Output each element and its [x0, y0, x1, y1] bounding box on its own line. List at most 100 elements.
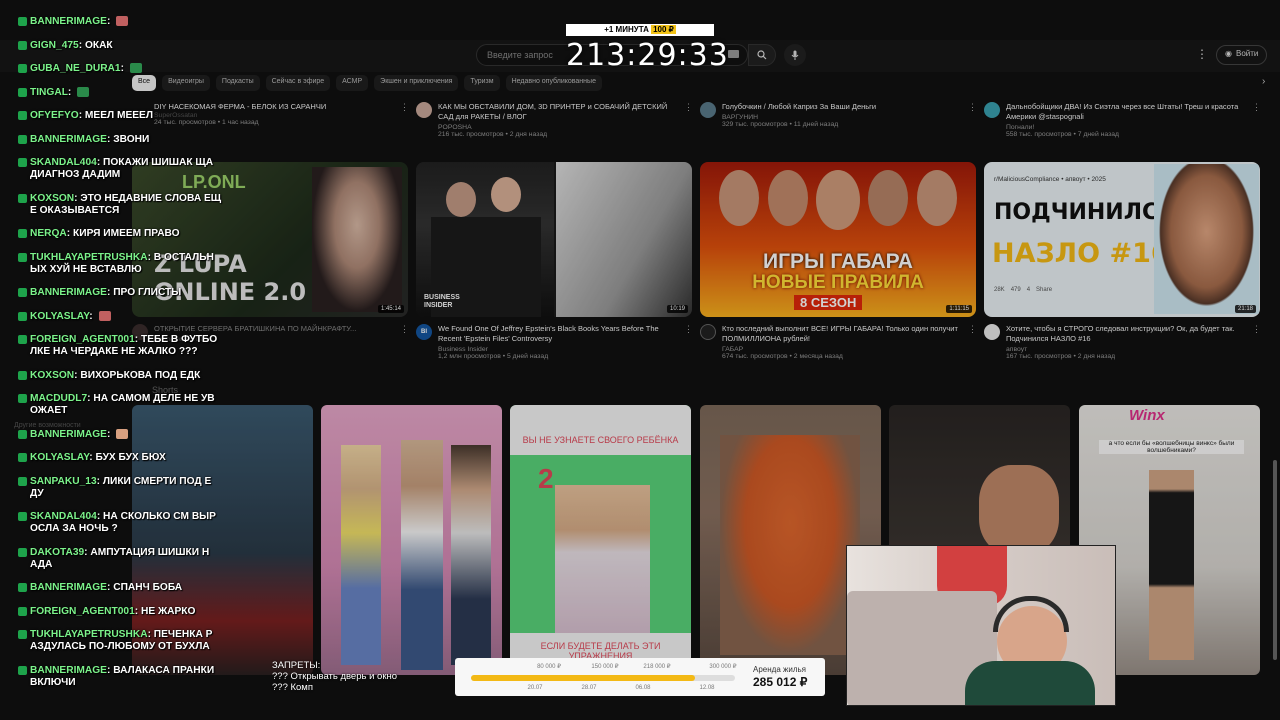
chat-message: BANNERIMAGE: [18, 429, 223, 441]
chat-emote-icon [129, 63, 142, 74]
video-meta[interactable]: Кто последний выполнит ВСЕ! ИГРЫ ГАБАРА!… [700, 324, 977, 360]
more-options-icon[interactable]: ⋮ [1252, 324, 1261, 335]
video-meta[interactable]: Дальнобойщики ДВА! Из Сиэтла через все Ш… [984, 102, 1261, 138]
goal-tick: 80 000 ₽ [537, 664, 561, 670]
video-meta[interactable]: BI We Found One Of Jeffrey Epstein's Bla… [416, 324, 693, 360]
chat-badge-icon [18, 394, 27, 403]
chat-username: DAKOTA39 [30, 546, 85, 558]
chip-live[interactable]: Сейчас в эфире [265, 75, 331, 91]
chat-message: SKANDAL404: ПОКАЖИ ШИШАК ЩА ДИАГНОЗ ДАДИ… [18, 157, 223, 181]
channel-avatar[interactable] [416, 102, 432, 118]
channel-avatar[interactable] [984, 102, 1000, 118]
chevron-right-icon[interactable]: › [1262, 76, 1265, 87]
page-scrollbar[interactable] [1273, 460, 1277, 660]
channel-avatar[interactable]: BI [416, 324, 432, 340]
cartoon-face [979, 465, 1059, 555]
video-title[interactable]: We Found One Of Jeffrey Epstein's Black … [438, 324, 678, 344]
chat-colon: : [89, 310, 96, 322]
more-options-icon[interactable]: ⋮ [684, 324, 693, 335]
chat-message: KOXSON: ЭТО НЕДАВНИЕ СЛОВА ЕЩ Е ОКАЗЫВАЕ… [18, 193, 223, 217]
video-stats: 216 тыс. просмотров • 2 дня назад [438, 131, 548, 138]
video-thumbnail[interactable]: ИГРЫ ГАБАРА НОВЫЕ ПРАВИЛА 8 СЕЗОН 1:11:1… [700, 162, 976, 317]
chat-text: ВИХОРЬКОВА ПОД ЕДК [80, 369, 201, 381]
video-thumbnail[interactable]: BUSINESS INSIDER 10:19 [416, 162, 692, 317]
chat-badge-icon [18, 311, 27, 321]
signin-button[interactable]: ◉ Войти [1216, 45, 1268, 65]
video-stats: 674 тыс. просмотров • 2 месяца назад [722, 353, 843, 360]
video-meta[interactable]: КАК МЫ ОБСТАВИЛИ ДОМ, 3D ПРИНТЕР и СОБАЧ… [416, 102, 693, 138]
video-title[interactable]: Хотите, чтобы я СТРОГО следовал инструкц… [1006, 324, 1246, 344]
search-button[interactable] [748, 44, 776, 66]
chat-username: SKANDAL404 [30, 511, 97, 522]
chat-username: TINGAL [30, 86, 68, 98]
voice-search-button[interactable] [784, 44, 806, 66]
chip-asmr[interactable]: АСМР [336, 75, 369, 91]
chat-text: ПРО ГЛИСТЫ [113, 287, 182, 298]
cartoon-fox [720, 435, 860, 655]
goal-label: Аренда жилья [753, 665, 806, 674]
chat-message: BANNERIMAGE: СПАНЧ БОБА [18, 582, 223, 594]
chat-message: BANNERIMAGE: ПРО ГЛИСТЫ [18, 287, 223, 299]
video-channel[interactable]: Погнали! [1006, 124, 1261, 131]
chat-message: KOLYASLAY: [18, 311, 223, 323]
chat-badge-icon [18, 134, 27, 144]
video-title[interactable]: КАК МЫ ОБСТАВИЛИ ДОМ, 3D ПРИНТЕР и СОБАЧ… [438, 102, 678, 122]
chat-username: BANNERIMAGE [30, 664, 107, 676]
chat-message: BANNERIMAGE: ВАЛАКАСА ПРАНКИ ВКЛЮЧИ [18, 665, 223, 689]
chat-badge-icon [18, 606, 27, 616]
chat-emote-icon [116, 16, 129, 27]
video-meta[interactable]: Голубочкин / Любой Каприз За Ваши Деньги… [700, 102, 977, 128]
chip-tourism[interactable]: Туризм [464, 75, 500, 91]
video-channel[interactable]: ВАРГУНИН [722, 114, 977, 121]
video-meta[interactable]: Хотите, чтобы я СТРОГО следовал инструкц… [984, 324, 1261, 360]
timer-bonus-label: +1 МИНУТА 100 ₽ [566, 24, 714, 36]
video-channel[interactable]: POPOSHA [438, 124, 693, 131]
more-options-icon[interactable]: ⋮ [1196, 47, 1208, 61]
chat-text: НЕ ЖАРКО [140, 605, 196, 617]
chat-username: FOREIGN_AGENT001 [30, 605, 135, 617]
person [401, 440, 443, 670]
chip-action[interactable]: Экшен и приключения [374, 75, 459, 91]
chat-username: NERQA [30, 228, 67, 239]
chat-username: BANNERIMAGE [30, 582, 107, 593]
shares-count: 4 [1026, 287, 1031, 293]
video-thumbnail[interactable]: r/MaliciousCompliance • апвоут • 2025 ПО… [984, 162, 1260, 317]
video-title[interactable]: Дальнобойщики ДВА! Из Сиэтла через все Ш… [1006, 102, 1246, 122]
shorts-item[interactable] [321, 405, 502, 675]
channel-avatar[interactable] [700, 102, 716, 118]
more-options-icon[interactable]: ⋮ [400, 102, 409, 113]
chip-recent[interactable]: Недавно опубликованные [505, 75, 602, 91]
more-options-icon[interactable]: ⋮ [968, 102, 977, 113]
goal-tick: 28.07 [581, 685, 597, 691]
keyboard-icon[interactable] [728, 50, 739, 58]
chat-badge-icon [18, 665, 27, 675]
webcam-overlay [846, 545, 1116, 706]
video-channel[interactable]: Business Insider [438, 346, 693, 353]
video-channel[interactable]: ГАБАР [722, 346, 977, 353]
chat-badge-icon [18, 547, 27, 557]
chat-message: KOXSON: ВИХОРЬКОВА ПОД ЕДК [18, 370, 223, 382]
channel-avatar[interactable] [984, 324, 1000, 340]
more-options-icon[interactable]: ⋮ [968, 324, 977, 335]
chat-username: GIGN_475 [30, 39, 79, 51]
video-title[interactable]: Кто последний выполнит ВСЕ! ИГРЫ ГАБАРА!… [722, 324, 962, 344]
video-title[interactable]: Голубочкин / Любой Каприз За Ваши Деньги [722, 102, 962, 112]
more-options-icon[interactable]: ⋮ [400, 324, 409, 335]
ban-item: ??? Комп [272, 682, 313, 693]
chat-badge-icon [18, 229, 27, 238]
thumb-text: НОВЫЕ ПРАВИЛА [752, 272, 924, 293]
more-options-icon[interactable]: ⋮ [1252, 102, 1261, 113]
shorts-item[interactable]: ВЫ НЕ УЗНАЕТЕ СВОЕГО РЕБЁНКА 2 ЕСЛИ БУДЕ… [510, 405, 691, 675]
goal-tick: 218 000 ₽ [643, 664, 671, 670]
chat-badge-icon [18, 64, 27, 73]
chat-badge-icon [18, 158, 27, 167]
thumb-text: ПОДЧИНИЛСЯ [994, 200, 1176, 225]
chat-message: TUKHLAYAPETRUSHKA: В ОСТАЛЬН ЫХ ХУЙ НЕ В… [18, 252, 223, 276]
video-channel[interactable]: апвоут [1006, 346, 1261, 353]
engagement-bar: 28K 479 4 Share [994, 287, 1052, 293]
chat-text: КИРЯ ИМЕЕМ ПРАВО [73, 228, 180, 239]
channel-avatar[interactable] [700, 324, 716, 340]
more-options-icon[interactable]: ⋮ [684, 102, 693, 113]
chat-emote-icon [98, 310, 111, 321]
book-page [556, 162, 692, 317]
